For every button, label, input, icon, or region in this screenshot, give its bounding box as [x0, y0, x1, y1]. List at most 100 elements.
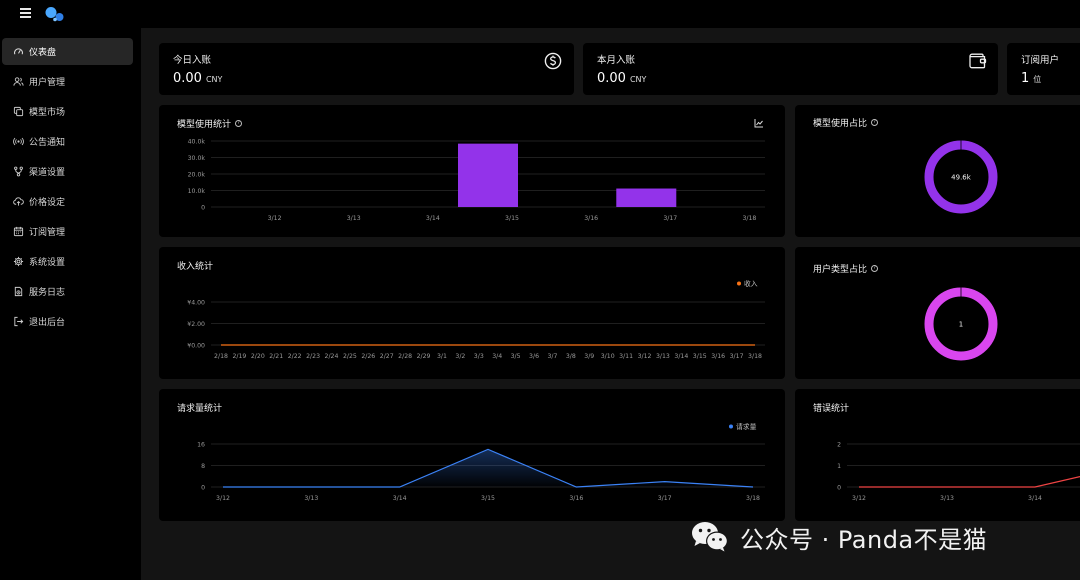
stat-label: 订阅用户: [1021, 55, 1060, 66]
x-tick-label: 3/2: [455, 353, 465, 360]
card-requests: 请求量统计 0 8 16 3/12 3/13 3/14 3/15 3/16 3/17 3/18 请求…: [159, 389, 785, 521]
x-tick-label: 3/15: [481, 495, 495, 502]
logout-icon: [14, 316, 24, 327]
sidebar-item-settings[interactable]: 系统设置: [2, 248, 133, 275]
x-tick-label: 2/25: [343, 353, 357, 360]
x-tick-label: 3/14: [674, 353, 688, 360]
sidebar-item-logout[interactable]: 退出后台: [2, 308, 133, 335]
card-model-usage: 模型使用统计? 0 10.0k 20.0k 30.0k 40.0k 3/12 3/13 3/1…: [159, 105, 785, 237]
x-tick-label: 2/20: [251, 353, 265, 360]
y-tick-label: ¥4.00: [187, 299, 205, 306]
x-tick-label: 3/1: [437, 353, 447, 360]
x-tick-label: 2/18: [214, 353, 228, 360]
user-type-donut-chart: 1: [924, 287, 998, 361]
sidebar-item-models[interactable]: 模型市场: [2, 98, 133, 125]
legend-label: 请求量: [736, 422, 757, 431]
x-tick-label: 3/6: [529, 353, 539, 360]
stat-card-today-income: 今日入账 0.00 CNY: [159, 43, 574, 95]
x-tick-label: 3/4: [492, 353, 502, 360]
series-line: [859, 475, 1080, 488]
x-tick-label: 3/10: [601, 353, 615, 360]
card-income: 收入统计 ¥0.00 ¥2.00 ¥4.00 2/18 2/19 2/20 2/21 2/22…: [159, 247, 785, 379]
sidebar-item-dashboard[interactable]: 仪表盘: [2, 38, 133, 65]
x-tick-label: 2/26: [361, 353, 375, 360]
y-tick-label: 0: [837, 484, 841, 491]
x-tick-label: 3/16: [584, 215, 598, 222]
copy-icon: [13, 106, 24, 117]
y-tick-label: 16: [197, 441, 205, 448]
x-tick-label: 3/8: [566, 353, 576, 360]
x-tick-label: 3/15: [505, 215, 519, 222]
sidebar-item-label: 渠道设置: [29, 168, 66, 178]
stat-value: 1位: [1021, 71, 1042, 86]
sidebar-item-label: 公告通知: [29, 138, 66, 148]
dollar-circle-icon: [544, 52, 562, 70]
y-tick-label: 8: [201, 463, 205, 470]
cloud-upload-icon: [13, 197, 24, 206]
x-tick-label: 3/15: [693, 353, 707, 360]
x-tick-label: 3/3: [474, 353, 484, 360]
gear-icon: [13, 256, 24, 267]
top-bar: [0, 0, 1080, 28]
hamburger-menu-icon[interactable]: [20, 8, 31, 18]
stat-card-subscribers: 订阅用户 1位: [1007, 43, 1080, 95]
errors-line-chart: 0 1 2 3/12 3/13 3/14: [837, 441, 1080, 502]
x-tick-label: 3/18: [742, 215, 756, 222]
x-tick-label: 3/7: [547, 353, 557, 360]
sidebar-item-label: 模型市场: [29, 108, 66, 118]
x-tick-label: 2/29: [417, 353, 431, 360]
x-tick-label: 3/17: [658, 495, 672, 502]
stat-value: 0.00 CNY: [173, 71, 223, 86]
calendar-icon: [13, 226, 24, 237]
x-tick-label: 3/14: [426, 215, 440, 222]
sidebar-item-logs[interactable]: 服务日志: [2, 278, 133, 305]
branch-icon: [14, 166, 23, 177]
y-tick-label: 0: [201, 484, 205, 491]
y-tick-label: 40.0k: [188, 138, 206, 145]
card-model-share: 模型使用占比? 49.6k: [795, 105, 1080, 237]
x-tick-label: 2/24: [325, 353, 339, 360]
y-tick-label: ¥0.00: [187, 342, 205, 349]
gauge-icon: [14, 48, 23, 55]
watermark-text: 公众号 · Panda不是猫: [740, 525, 988, 554]
x-tick-label: 2/19: [232, 353, 246, 360]
card-user-type: 用户类型占比? 1: [795, 247, 1080, 379]
log-file-icon: [14, 286, 23, 297]
sidebar-item-label: 退出后台: [29, 318, 66, 328]
sidebar-item-label: 系统设置: [29, 258, 66, 268]
x-tick-label: 2/22: [288, 353, 302, 360]
x-tick-label: 3/18: [748, 353, 762, 360]
y-tick-label: 30.0k: [188, 155, 206, 162]
bar: [458, 143, 518, 207]
wallet-icon: [969, 53, 987, 69]
sidebar-item-label: 价格设定: [29, 198, 66, 208]
x-tick-label: 3/12: [638, 353, 652, 360]
x-tick-label: 3/13: [304, 495, 318, 502]
x-tick-label: 3/17: [730, 353, 744, 360]
card-errors: 错误统计 0 1 2 3/12 3/13 3/14: [795, 389, 1080, 521]
sidebar-item-subscriptions[interactable]: 订阅管理: [2, 218, 133, 245]
sidebar: 仪表盘 用户管理 模型市场 公告通知 渠道设置 价格设定 订阅管理 系统设置 服…: [0, 28, 141, 580]
x-tick-label: 2/23: [306, 353, 320, 360]
x-tick-label: 3/14: [393, 495, 407, 502]
x-tick-label: 3/18: [746, 495, 760, 502]
sidebar-item-channels[interactable]: 渠道设置: [2, 158, 133, 185]
x-tick-label: 3/12: [216, 495, 230, 502]
x-tick-label: 3/13: [940, 495, 954, 502]
legend-label: 收入: [744, 279, 758, 288]
donut-center-label: 49.6k: [951, 174, 972, 182]
sidebar-item-users[interactable]: 用户管理: [2, 68, 133, 95]
sidebar-item-announcements[interactable]: 公告通知: [2, 128, 133, 155]
y-tick-label: 20.0k: [188, 171, 206, 178]
wechat-icon: [692, 522, 728, 552]
requests-area-chart: 0 8 16 3/12 3/13 3/14 3/15 3/16 3/17 3/18 请求量: [197, 422, 765, 502]
app-logo-icon[interactable]: [44, 6, 66, 22]
y-tick-label: 0: [201, 204, 205, 211]
donut-center-label: 1: [959, 321, 963, 329]
sidebar-item-pricing[interactable]: 价格设定: [2, 188, 133, 215]
bar: [616, 188, 677, 207]
stat-value: 0.00 CNY: [597, 71, 647, 86]
users-icon: [13, 77, 24, 86]
y-tick-label: ¥2.00: [187, 321, 205, 328]
sidebar-item-label: 服务日志: [29, 288, 66, 298]
